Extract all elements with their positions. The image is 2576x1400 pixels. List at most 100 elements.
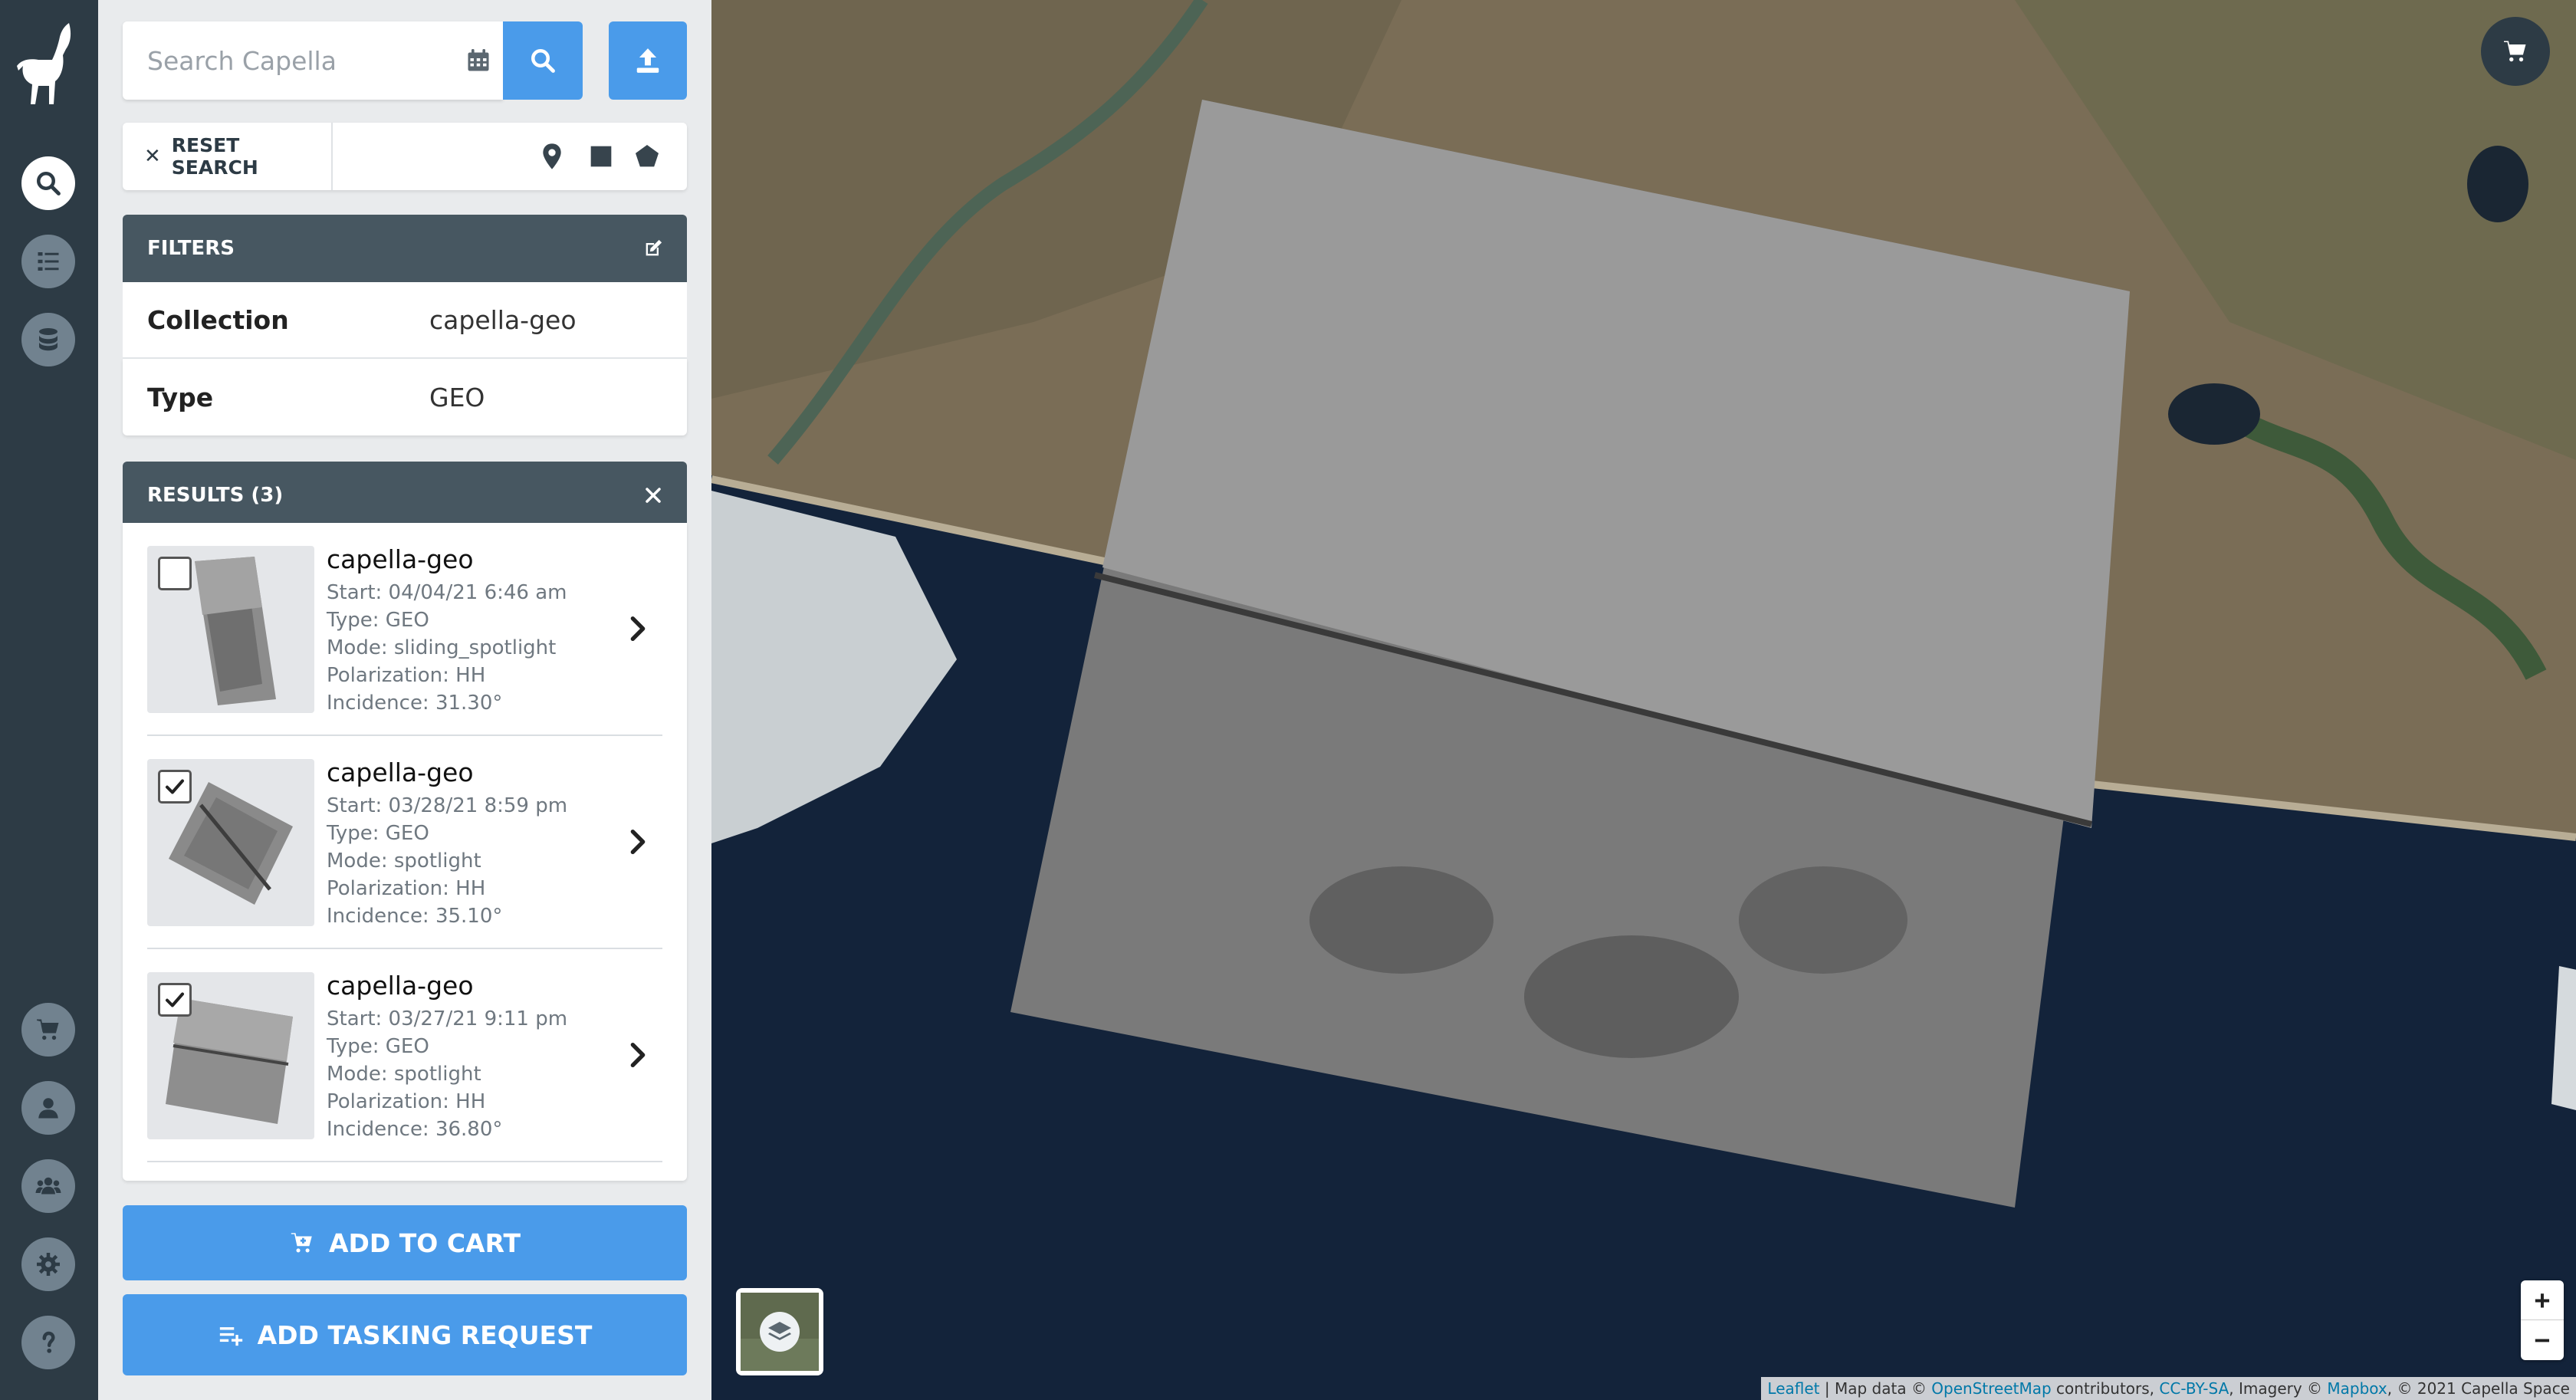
reset-search-button[interactable]: ✕ RESET SEARCH bbox=[123, 123, 333, 190]
result-polarization: Polarization: HH bbox=[327, 664, 486, 687]
help-icon bbox=[42, 1331, 55, 1353]
result-title: capella-geo bbox=[327, 758, 474, 787]
filter-row-type[interactable]: Type GEO bbox=[123, 359, 687, 435]
filters-title: FILTERS bbox=[147, 237, 235, 260]
result-incidence: Incidence: 36.80° bbox=[327, 1118, 503, 1141]
result-mode: Mode: spotlight bbox=[327, 1063, 481, 1086]
chevron-right-icon[interactable] bbox=[623, 825, 653, 859]
add-tasking-request-button[interactable]: ADD TASKING REQUEST bbox=[123, 1294, 687, 1375]
add-tasking-label: ADD TASKING REQUEST bbox=[257, 1319, 593, 1350]
edit-icon[interactable] bbox=[639, 235, 667, 262]
map-pin-icon[interactable] bbox=[537, 141, 567, 172]
list-check-icon bbox=[38, 252, 59, 271]
user-icon bbox=[38, 1098, 58, 1119]
result-type: Type: GEO bbox=[327, 822, 429, 845]
result-title: capella-geo bbox=[327, 544, 474, 574]
capella-logo-icon[interactable] bbox=[15, 20, 81, 110]
filter-key: Type bbox=[147, 382, 214, 412]
result-mode: Mode: spotlight bbox=[327, 850, 481, 873]
rail-collections-button[interactable] bbox=[21, 313, 75, 366]
rail-cart-button[interactable] bbox=[21, 1003, 75, 1057]
close-icon: ✕ bbox=[144, 145, 161, 168]
rail-search-button[interactable] bbox=[21, 156, 75, 210]
result-polarization: Polarization: HH bbox=[327, 1090, 486, 1113]
result-checkbox[interactable] bbox=[158, 983, 192, 1017]
mapbox-link[interactable]: Mapbox bbox=[2327, 1379, 2387, 1398]
upload-icon bbox=[636, 48, 659, 73]
users-icon bbox=[35, 1177, 61, 1195]
rail-tasks-button[interactable] bbox=[21, 235, 75, 288]
filters-header: FILTERS bbox=[123, 215, 687, 282]
zoom-in-button[interactable]: + bbox=[2521, 1280, 2564, 1320]
filter-value: capella-geo bbox=[429, 304, 577, 335]
calendar-icon[interactable] bbox=[465, 47, 492, 74]
cart-plus-icon bbox=[291, 1233, 312, 1253]
results-list: capella-geo Start: 04/04/21 6:46 am Type… bbox=[123, 523, 687, 1181]
search-icon bbox=[37, 172, 61, 196]
attribution-text: , Imagery © bbox=[2229, 1379, 2328, 1398]
draw-polygon-icon[interactable] bbox=[632, 141, 662, 172]
draw-rectangle-icon[interactable] bbox=[586, 141, 616, 172]
chevron-right-icon[interactable] bbox=[623, 1038, 653, 1072]
leaflet-link[interactable]: Leaflet bbox=[1767, 1379, 1819, 1398]
cc-by-sa-link[interactable]: CC-BY-SA bbox=[2159, 1379, 2229, 1398]
results-title: RESULTS (3) bbox=[147, 484, 284, 507]
zoom-out-button[interactable]: − bbox=[2521, 1320, 2564, 1360]
result-polarization: Polarization: HH bbox=[327, 877, 486, 900]
attribution-text: contributors, bbox=[2051, 1379, 2160, 1398]
result-start: Start: 03/28/21 8:59 pm bbox=[327, 794, 568, 817]
result-start: Start: 04/04/21 6:46 am bbox=[327, 581, 567, 604]
rail-settings-button[interactable] bbox=[21, 1237, 75, 1291]
filter-row-collection[interactable]: Collection capella-geo bbox=[123, 282, 687, 359]
search-input[interactable] bbox=[123, 21, 445, 100]
result-type: Type: GEO bbox=[327, 1035, 429, 1058]
cart-icon bbox=[2504, 41, 2526, 62]
result-checkbox[interactable] bbox=[158, 557, 192, 590]
cart-icon bbox=[37, 1019, 59, 1040]
search-panel: ✕ RESET SEARCH FILTERS Collection capell… bbox=[98, 0, 711, 1400]
attribution-text: , © 2021 Capella Space bbox=[2387, 1379, 2570, 1398]
checkmark-icon bbox=[166, 779, 184, 794]
add-to-cart-label: ADD TO CART bbox=[328, 1227, 521, 1258]
filter-value: GEO bbox=[429, 382, 485, 412]
reset-search-label: RESET SEARCH bbox=[171, 134, 258, 179]
result-checkbox[interactable] bbox=[158, 770, 192, 804]
result-item[interactable]: capella-geo Start: 04/04/21 6:46 am Type… bbox=[147, 523, 662, 736]
map-cart-button[interactable] bbox=[2481, 17, 2550, 86]
nav-rail bbox=[0, 0, 98, 1400]
result-type: Type: GEO bbox=[327, 609, 429, 632]
search-button[interactable] bbox=[503, 21, 583, 100]
result-item[interactable]: capella-geo Start: 03/28/21 8:59 pm Type… bbox=[147, 736, 662, 949]
database-icon bbox=[39, 328, 58, 351]
search-box bbox=[123, 21, 503, 100]
results-header: RESULTS (3) bbox=[123, 462, 687, 529]
openstreetmap-link[interactable]: OpenStreetMap bbox=[1931, 1379, 2051, 1398]
zoom-control: + − bbox=[2521, 1280, 2564, 1360]
upload-button[interactable] bbox=[609, 21, 687, 100]
filter-key: Collection bbox=[147, 304, 289, 335]
satellite-basemap bbox=[711, 0, 2576, 1400]
search-icon bbox=[531, 49, 555, 73]
close-icon bbox=[646, 488, 661, 503]
map-view[interactable]: + − Leaflet | Map data © OpenStreetMap c… bbox=[711, 0, 2576, 1400]
result-incidence: Incidence: 31.30° bbox=[327, 692, 503, 715]
result-title: capella-geo bbox=[327, 971, 474, 1001]
search-tools-row: ✕ RESET SEARCH bbox=[123, 123, 687, 190]
rail-account-button[interactable] bbox=[21, 1081, 75, 1135]
result-start: Start: 03/27/21 9:11 pm bbox=[327, 1007, 568, 1030]
layer-switcher-button[interactable] bbox=[736, 1288, 823, 1375]
close-results-button[interactable] bbox=[639, 481, 667, 509]
rail-help-button[interactable] bbox=[21, 1316, 75, 1369]
result-incidence: Incidence: 35.10° bbox=[327, 905, 503, 928]
gear-icon bbox=[37, 1253, 60, 1276]
attribution-text: | Map data © bbox=[1819, 1379, 1932, 1398]
chevron-right-icon[interactable] bbox=[623, 612, 653, 646]
add-to-cart-button[interactable]: ADD TO CART bbox=[123, 1205, 687, 1280]
result-item[interactable]: capella-geo Start: 03/27/21 9:11 pm Type… bbox=[147, 949, 662, 1162]
layers-icon bbox=[741, 1293, 819, 1371]
list-plus-icon bbox=[219, 1327, 242, 1346]
rail-team-button[interactable] bbox=[21, 1159, 75, 1213]
checkmark-icon bbox=[166, 992, 184, 1007]
map-attribution: Leaflet | Map data © OpenStreetMap contr… bbox=[1761, 1377, 2576, 1400]
result-mode: Mode: sliding_spotlight bbox=[327, 636, 557, 659]
